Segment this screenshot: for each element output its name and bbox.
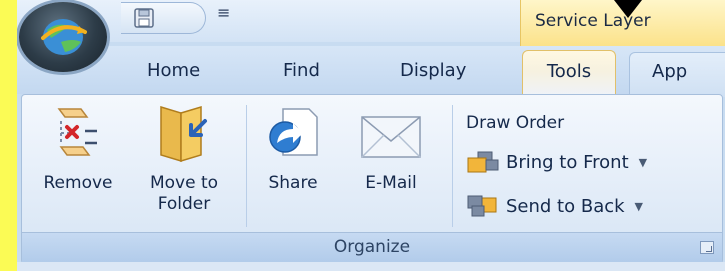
send-to-back-label: Send to Back [506,195,625,217]
move-to-folder-label-line2: Folder [157,194,211,214]
tab-display[interactable]: Display [400,60,466,81]
send-to-back-icon [467,195,497,217]
move-to-folder-button[interactable]: Move to Folder [134,103,234,215]
save-icon[interactable] [133,7,155,29]
share-button[interactable]: Share [258,103,328,194]
email-button[interactable]: E-Mail [352,103,430,194]
move-to-folder-icon [160,105,207,163]
group-label-bar: Organize [22,232,722,263]
tab-tools-label: Tools [546,61,592,82]
tab-tools[interactable]: Tools [522,50,616,97]
content-area-edge [17,262,725,271]
title-bar: ≡ Service Layer [17,0,725,46]
remove-button[interactable]: Remove [32,103,124,194]
email-label: E-Mail [365,173,417,193]
group-divider [246,105,247,227]
chevron-down-icon[interactable]: ▼ [635,200,643,213]
group-divider [452,105,453,227]
bring-to-front-icon [467,151,499,173]
draw-order-label: Draw Order [466,113,565,133]
annotation-arrow-icon [614,0,642,18]
move-to-folder-label-line1: Move to [149,173,219,193]
tab-app-label: App [652,61,688,82]
email-envelope-icon [361,116,421,158]
chevron-down-icon[interactable]: ▼ [639,156,647,169]
dialog-launcher-icon[interactable] [700,241,714,254]
share-label: Share [268,173,318,193]
tab-find[interactable]: Find [283,60,320,81]
globe-logo-icon [41,19,87,55]
ribbon-panel: Remove Move to Folder Share E-Mail Draw … [21,94,723,264]
remove-label: Remove [43,173,113,193]
bring-to-front-button[interactable]: Bring to Front ▼ [466,147,647,177]
bring-to-front-label: Bring to Front [506,151,629,173]
tab-home[interactable]: Home [147,60,200,81]
quick-access-toolbar [121,2,206,34]
send-to-back-button[interactable]: Send to Back ▼ [466,191,643,221]
remove-icon [57,108,97,156]
share-icon [269,108,318,156]
application-window: ≡ Service Layer Home Find Display Tools … [17,0,725,271]
ribbon-tab-row: Home Find Display Tools App [17,46,725,97]
application-menu-button[interactable] [19,2,107,72]
tab-app[interactable]: App [629,52,725,97]
group-label-organize: Organize [333,237,411,257]
customize-quick-access-icon[interactable]: ≡ [217,3,230,23]
